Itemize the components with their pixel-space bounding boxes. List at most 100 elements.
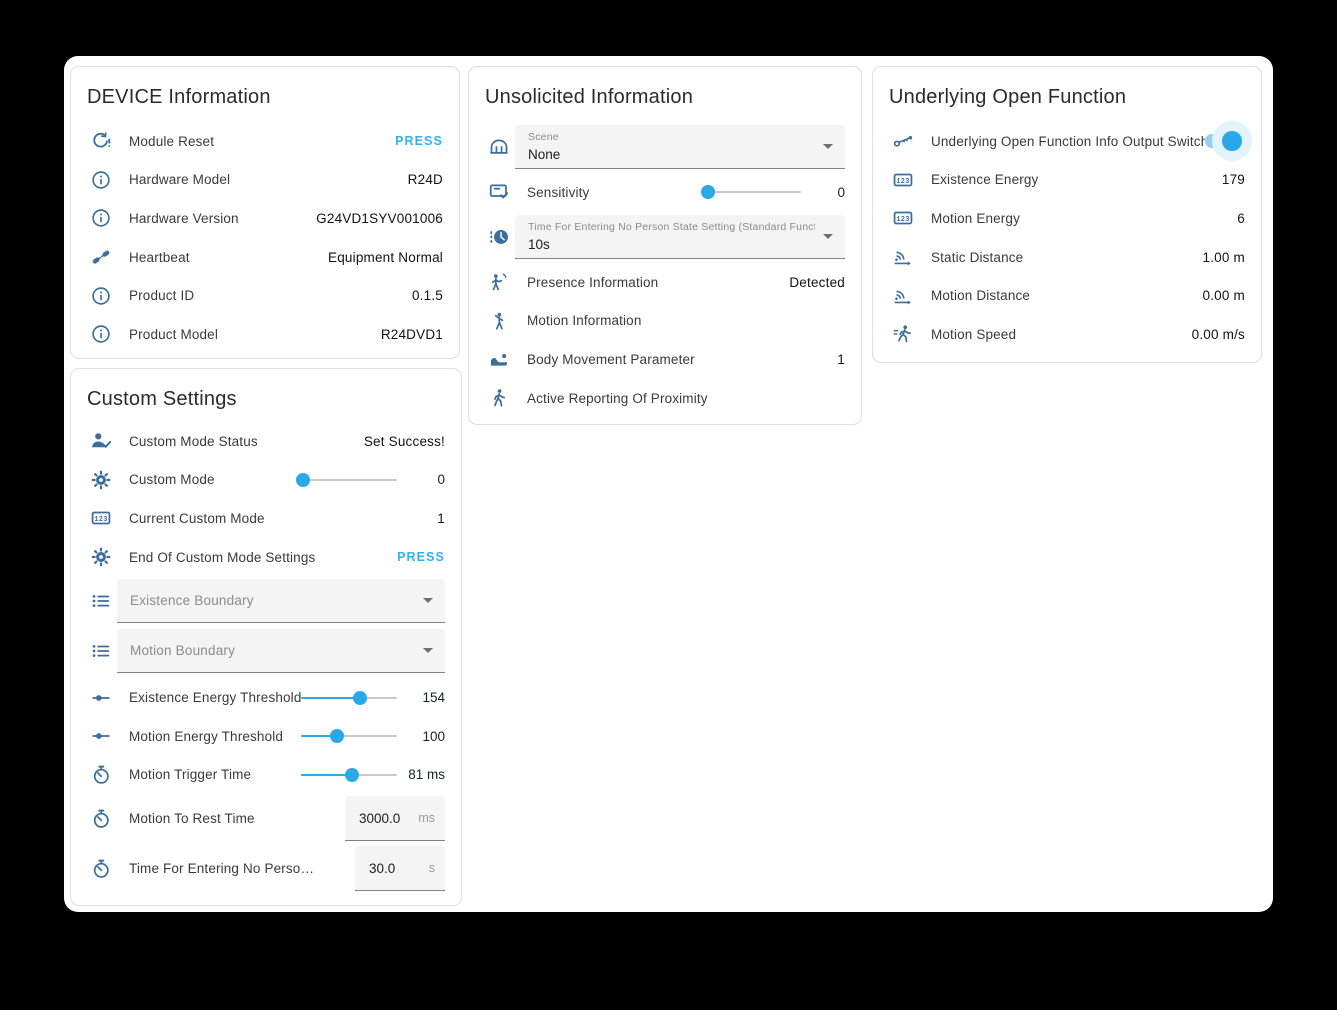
existence-energy-threshold-slider[interactable] — [301, 691, 397, 705]
row-label: Existence Energy — [931, 172, 1038, 187]
restart-alert-icon — [89, 129, 113, 153]
list-item: Product Model R24DVD1 — [71, 315, 459, 354]
motion-boundary-select[interactable]: Motion Boundary — [117, 629, 445, 673]
row-label: Body Movement Parameter — [527, 352, 695, 367]
no-person-time-input[interactable]: 30.0 s — [355, 846, 445, 891]
row-label: Motion To Rest Time — [129, 811, 255, 826]
timelapse-clock-icon — [487, 225, 511, 249]
list-item: Underlying Open Function Info Output Swi… — [873, 122, 1261, 161]
info-icon — [89, 322, 113, 346]
field-value: 3000.0 — [359, 811, 400, 826]
list-item: Existence Boundary — [71, 579, 461, 623]
info-icon — [89, 284, 113, 308]
end-custom-mode-press-button[interactable]: PRESS — [397, 550, 445, 564]
row-label: Module Reset — [129, 134, 214, 149]
motion-person-icon — [487, 309, 511, 333]
custom-mode-slider[interactable] — [301, 473, 397, 487]
account-check-icon — [89, 429, 113, 453]
row-value: G24VD1SYV001006 — [316, 211, 443, 226]
motion-trigger-time-slider[interactable] — [301, 768, 397, 782]
chevron-down-icon — [823, 234, 833, 239]
row-label: Custom Mode Status — [129, 434, 258, 449]
body-movement-icon — [487, 347, 511, 371]
toggle-knob[interactable] — [1222, 131, 1242, 151]
row-label: Hardware Version — [129, 211, 239, 226]
timer-icon — [89, 857, 113, 881]
walk-icon — [487, 386, 511, 410]
presence-waves-icon — [487, 270, 511, 294]
row-value: Detected — [789, 275, 845, 290]
list-item: Presence Information Detected — [469, 263, 861, 302]
row-label: Motion Speed — [931, 327, 1016, 342]
slider-value: 100 — [397, 729, 445, 744]
select-placeholder: Motion Boundary — [130, 643, 235, 658]
underlying-open-function-switch[interactable] — [1205, 131, 1239, 151]
row-label: Heartbeat — [129, 250, 190, 265]
row-label: Motion Information — [527, 313, 642, 328]
row-label: Hardware Model — [129, 172, 230, 187]
info-icon — [89, 206, 113, 230]
list-item: Sensitivity 0 — [469, 169, 861, 215]
list-item: Motion Speed 0.00 m/s — [873, 315, 1261, 354]
row-label: Motion Energy — [931, 211, 1020, 226]
sensitivity-slider[interactable] — [701, 185, 801, 199]
tune-icon — [89, 724, 113, 748]
select-label: Scene — [528, 131, 815, 143]
slider-value: 0 — [801, 185, 845, 200]
scene-arch-icon — [487, 135, 511, 159]
motion-energy-threshold-slider[interactable] — [301, 729, 397, 743]
list-item: Static Distance 1.00 m — [873, 238, 1261, 277]
gear-icon — [89, 545, 113, 569]
list-item: Motion To Rest Time 3000.0 ms — [71, 796, 461, 841]
row-value: 0.1.5 — [412, 288, 443, 303]
unsolicited-information-card: Unsolicited Information Scene None Sensi… — [468, 66, 862, 425]
app-content-panel: DEVICE Information Module Reset PRESS Ha… — [64, 56, 1273, 912]
row-value: 1 — [437, 511, 445, 526]
existence-boundary-select[interactable]: Existence Boundary — [117, 579, 445, 623]
counter-icon — [891, 168, 915, 192]
motion-to-rest-time-input[interactable]: 3000.0 ms — [345, 796, 445, 841]
page-title: Custom Settings — [87, 385, 445, 413]
slider-value: 154 — [397, 690, 445, 705]
slider-thumb[interactable] — [353, 691, 367, 705]
format-list-icon — [89, 589, 113, 613]
sensitivity-icon — [487, 180, 511, 204]
page-title: Underlying Open Function — [889, 83, 1245, 111]
field-unit: ms — [418, 811, 435, 825]
tune-icon — [89, 686, 113, 710]
status-badge: Set Success! — [364, 434, 445, 449]
slider-thumb[interactable] — [330, 729, 344, 743]
list-item: Existence Energy 179 — [873, 161, 1261, 200]
module-reset-press-button[interactable]: PRESS — [395, 134, 443, 148]
list-item: Body Movement Parameter 1 — [469, 340, 861, 379]
gear-icon — [89, 468, 113, 492]
row-value: 0.00 m/s — [1192, 327, 1245, 342]
row-label: Presence Information — [527, 275, 658, 290]
power-plug-icon — [89, 245, 113, 269]
list-item: Heartbeat Equipment Normal — [71, 238, 459, 277]
slider-thumb[interactable] — [345, 768, 359, 782]
list-item: Motion Trigger Time 81 ms — [71, 756, 461, 795]
counter-icon — [891, 206, 915, 230]
row-label: Current Custom Mode — [129, 511, 265, 526]
slider-thumb[interactable] — [296, 473, 310, 487]
row-value: 1.00 m — [1203, 250, 1245, 265]
no-person-time-select[interactable]: Time For Entering No Person State Settin… — [515, 215, 845, 259]
list-item: Custom Mode Status Set Success! — [71, 422, 461, 461]
row-label: End Of Custom Mode Settings — [129, 550, 315, 565]
slider-thumb[interactable] — [701, 185, 715, 199]
select-placeholder: Existence Boundary — [130, 593, 254, 608]
select-label: Time For Entering No Person State Settin… — [528, 221, 815, 233]
row-label: Custom Mode — [129, 472, 215, 487]
list-item: Time For Entering No Person State Settin… — [469, 215, 861, 259]
list-item: Product ID 0.1.5 — [71, 276, 459, 315]
list-item: Hardware Version G24VD1SYV001006 — [71, 199, 459, 238]
device-information-card: DEVICE Information Module Reset PRESS Ha… — [70, 66, 460, 359]
row-label: Product Model — [129, 327, 218, 342]
row-value: 1 — [837, 352, 845, 367]
list-item: Scene None — [469, 125, 861, 169]
list-item: Existence Energy Threshold 154 — [71, 678, 461, 717]
slider-value: 81 ms — [397, 767, 445, 782]
list-item: Motion Energy 6 — [873, 199, 1261, 238]
scene-select[interactable]: Scene None — [515, 125, 845, 169]
